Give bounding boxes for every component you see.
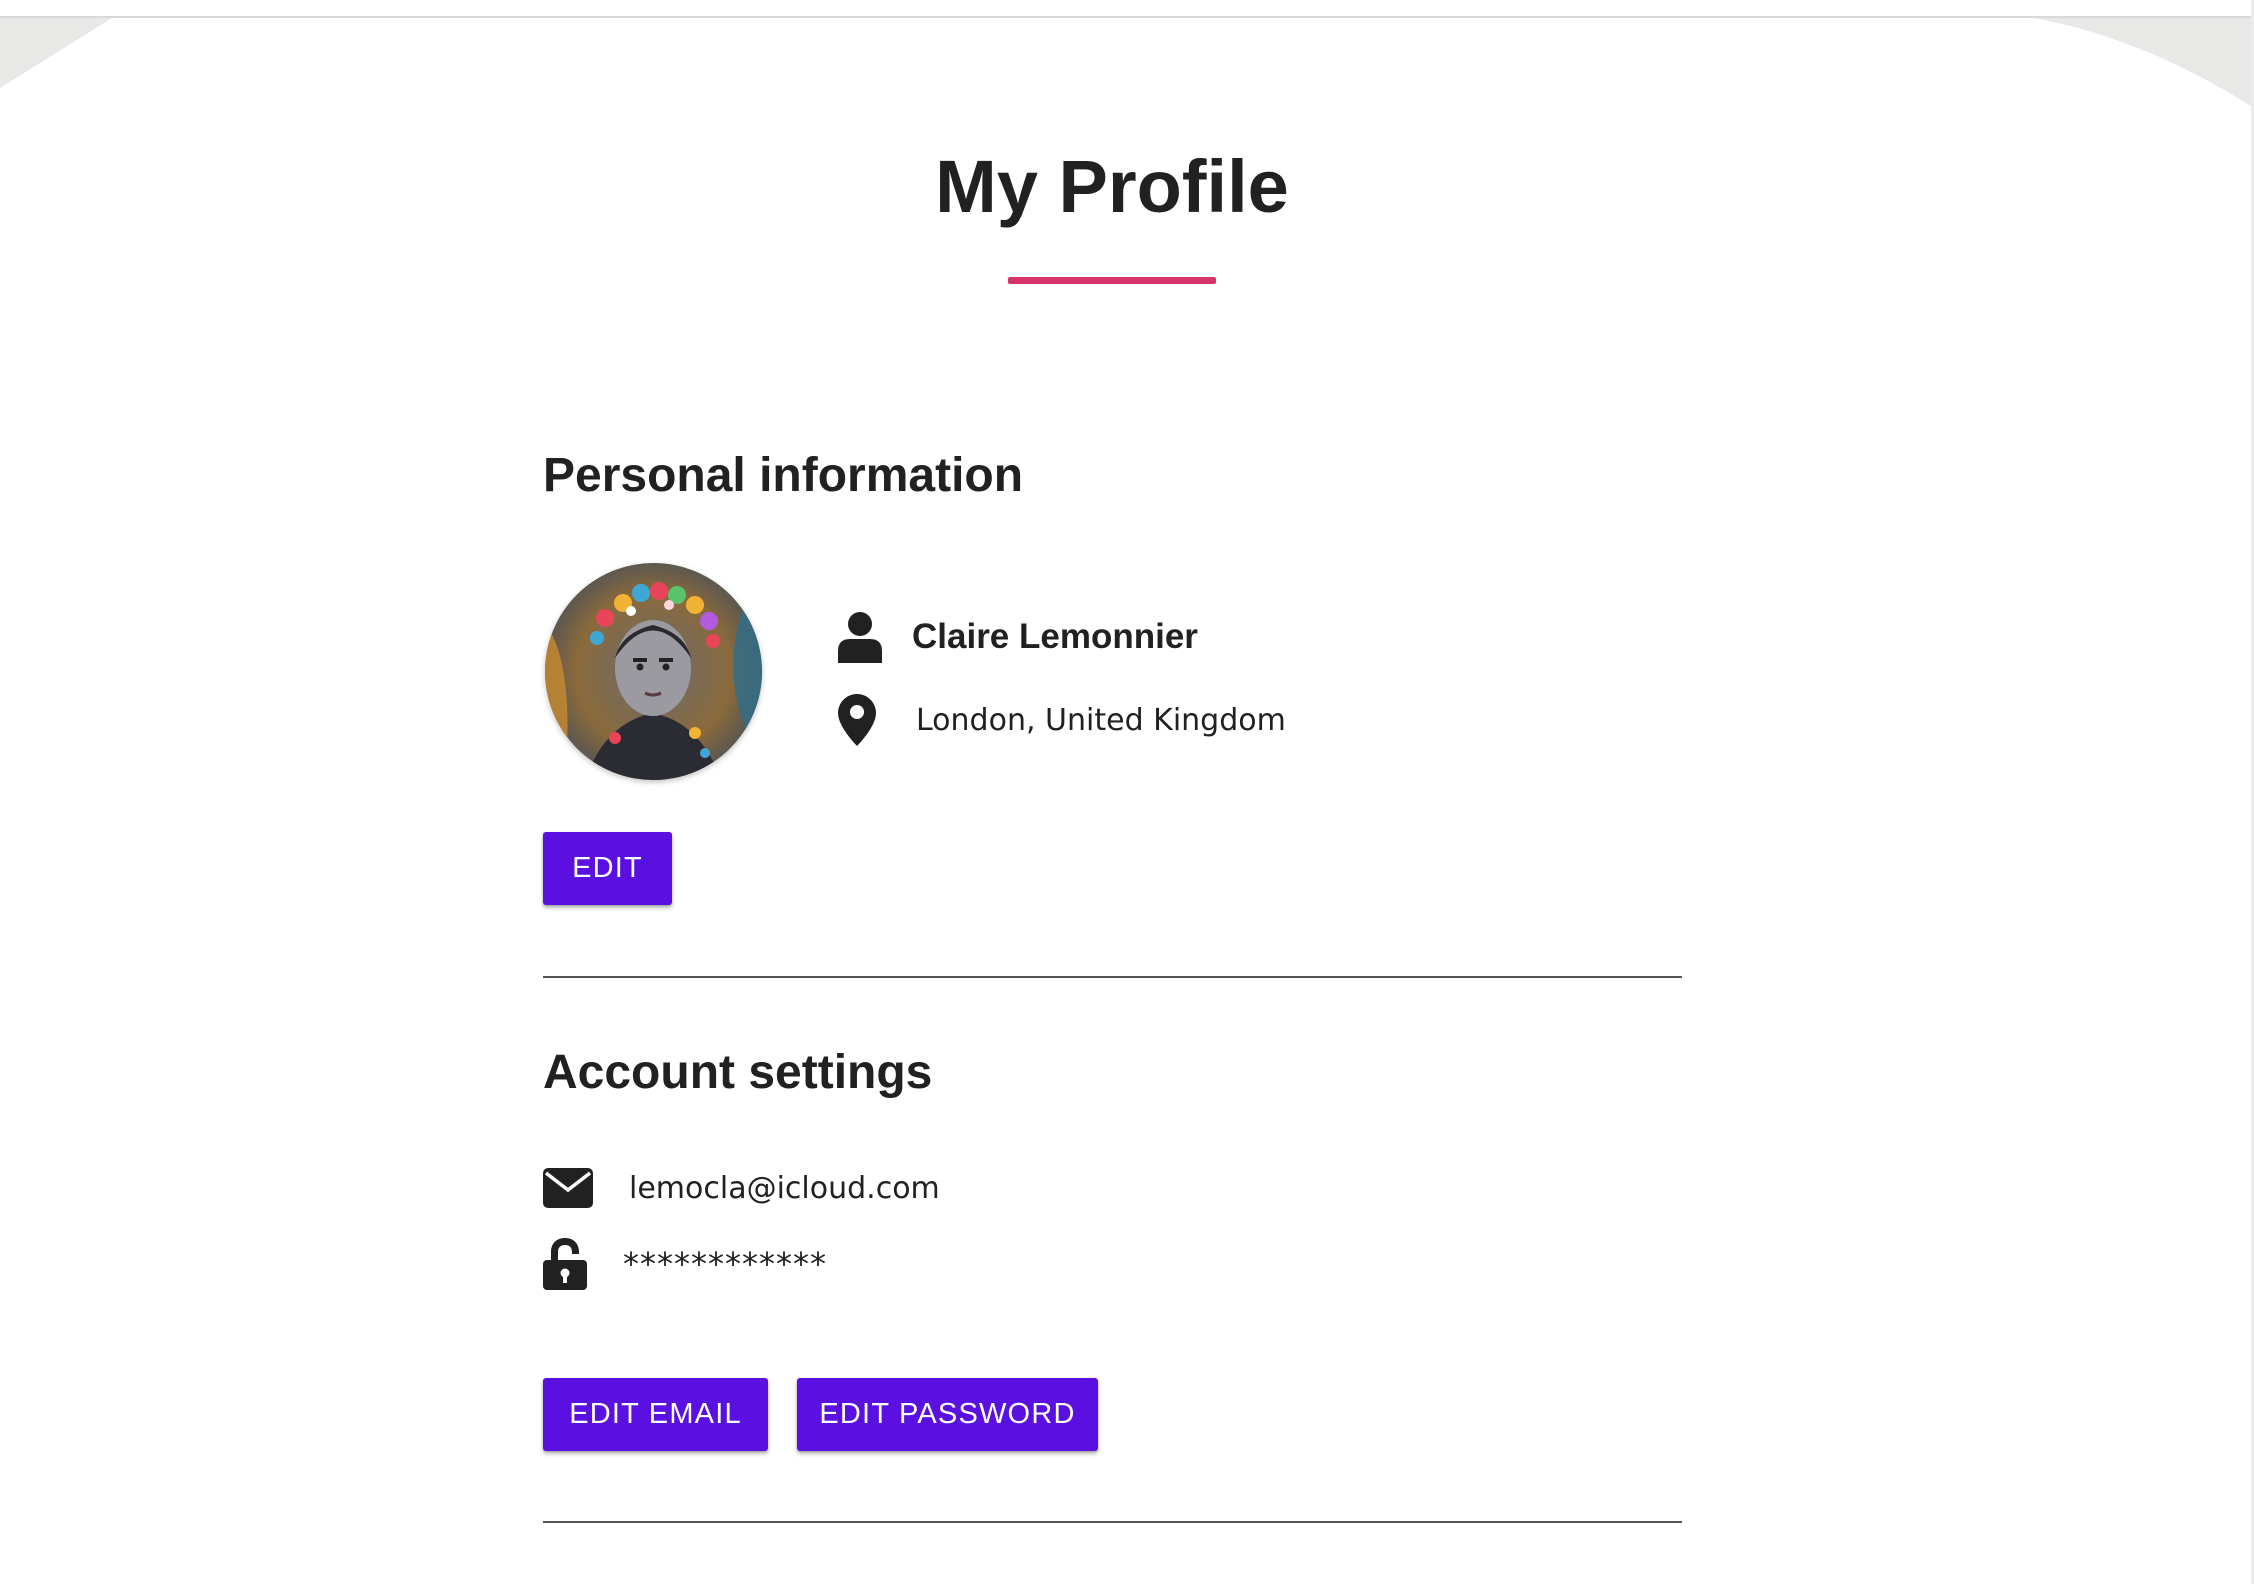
envelope-icon bbox=[543, 1168, 593, 1208]
profile-page: My Profile Personal information Claire L… bbox=[0, 0, 2254, 1584]
password-value: ************ bbox=[623, 1245, 827, 1283]
user-icon bbox=[838, 611, 882, 663]
page-title: My Profile bbox=[935, 145, 1289, 228]
edit-password-button[interactable]: EDIT PASSWORD bbox=[797, 1378, 1098, 1451]
decorative-corner-right bbox=[2034, 18, 2254, 108]
top-border bbox=[0, 16, 2254, 18]
unlock-icon bbox=[543, 1238, 587, 1290]
edit-email-button[interactable]: EDIT EMAIL bbox=[543, 1378, 768, 1451]
edit-profile-button[interactable]: EDIT bbox=[543, 832, 672, 905]
email-row: lemocla@icloud.com bbox=[543, 1160, 940, 1216]
password-row: ************ bbox=[543, 1236, 827, 1292]
avatar bbox=[545, 563, 762, 780]
map-marker-icon bbox=[838, 694, 876, 746]
profile-location-row: London, United Kingdom bbox=[838, 690, 1286, 750]
profile-name-row: Claire Lemonnier bbox=[838, 607, 1198, 667]
section-divider bbox=[543, 976, 1682, 978]
profile-name: Claire Lemonnier bbox=[912, 617, 1198, 656]
account-settings-heading: Account settings bbox=[543, 1046, 933, 1099]
personal-information-heading: Personal information bbox=[543, 449, 1024, 502]
profile-location: London, United Kingdom bbox=[916, 702, 1286, 738]
title-underline bbox=[1008, 277, 1216, 284]
email-value: lemocla@icloud.com bbox=[629, 1170, 940, 1206]
decorative-corner-left bbox=[0, 18, 112, 88]
section-divider bbox=[543, 1521, 1682, 1523]
